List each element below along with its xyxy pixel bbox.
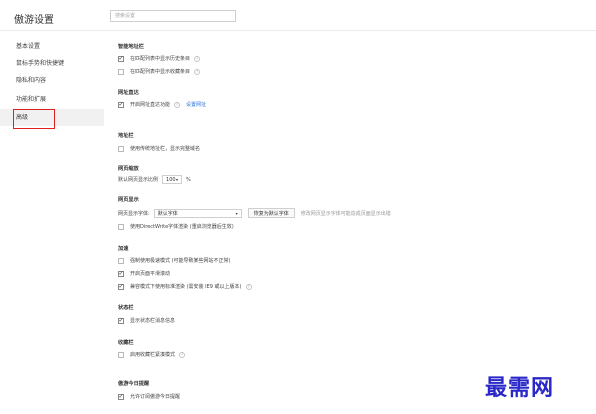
option-row: ✓ 开启页面平滑滚动: [118, 270, 170, 277]
option-row: ✓ 兼容模式下使用标准渲染 (需安装 IE9 或以上版本) ?: [118, 283, 252, 290]
font-label: 网页显示字体:: [118, 210, 150, 217]
checkbox-force-speed-mode[interactable]: [118, 257, 124, 264]
option-label: 开启网址直达功能: [130, 102, 171, 108]
option-label: 在匹配列表中显示历史条目: [130, 56, 191, 62]
option-row: ✓ 允许订阅傲游今日提醒: [118, 393, 180, 400]
font-value: 默认字体: [157, 210, 178, 217]
watermark-logo: 最需网: [485, 375, 555, 401]
chevron-down-icon: ▾: [176, 177, 179, 182]
help-icon[interactable]: ?: [194, 55, 201, 62]
chevron-down-icon: ▾: [235, 210, 238, 216]
option-row: ✓ 显示状态栏消息信息: [118, 317, 175, 324]
section-title-smart-address-bar: 智能地址栏: [118, 44, 144, 50]
checkbox-standard-render[interactable]: ✓: [118, 283, 124, 290]
help-icon[interactable]: ?: [179, 351, 186, 358]
option-label: 在匹配列表中显示收藏条目: [130, 69, 191, 75]
zoom-value: 100: [166, 176, 176, 183]
section-title-page-display: 网页显示: [118, 197, 139, 203]
help-icon[interactable]: ?: [174, 101, 181, 108]
option-row: 在匹配列表中显示收藏条目 ?: [118, 68, 201, 75]
sidebar-item-label: 隐私和内容: [16, 77, 47, 84]
option-row: 启用收藏栏紧凑模式 ?: [118, 351, 186, 358]
option-row: ✓ 开启网址直达功能 ? 设置网址: [118, 101, 206, 108]
checkbox-favorites[interactable]: [118, 68, 124, 75]
checkbox-classic-address-bar[interactable]: [118, 145, 124, 152]
checkbox-directwrite[interactable]: [118, 223, 124, 230]
sidebar: 基本设置 鼠标手势和快捷键 隐私和内容 功能和扩展 高级: [0, 31, 104, 414]
sidebar-item-privacy[interactable]: 隐私和内容: [0, 72, 104, 89]
zoom-row: 默认网页显示比例 100 ▾ %: [118, 175, 191, 184]
option-label: 使用DirectWrite字体渲染 (重启浏览器后生效): [130, 224, 234, 230]
section-title-page-zoom: 网页缩放: [118, 166, 139, 172]
section-title-favorites-bar: 收藏栏: [118, 340, 134, 346]
zoom-unit: %: [186, 176, 191, 183]
option-row: 使用DirectWrite字体渲染 (重启浏览器后生效): [118, 223, 234, 230]
option-label: 强制使用极速模式 (可能导致某些网站不正常): [130, 258, 231, 264]
option-row: 强制使用极速模式 (可能导致某些网站不正常): [118, 257, 231, 264]
section-title-address-bar: 地址栏: [118, 133, 134, 139]
help-icon[interactable]: ?: [194, 68, 201, 75]
zoom-label: 默认网页显示比例: [118, 177, 159, 183]
checkbox-smooth-scroll[interactable]: ✓: [118, 270, 124, 277]
section-title-direct-url: 网址直达: [118, 90, 139, 96]
section-title-status-bar: 状态栏: [118, 305, 134, 311]
option-row: 使用传统地址栏，显示完整域名: [118, 145, 200, 152]
sidebar-item-label: 功能和扩展: [16, 96, 47, 103]
checkbox-history[interactable]: ✓: [118, 55, 124, 62]
option-label: 使用传统地址栏，显示完整域名: [130, 146, 201, 152]
highlight-box: [13, 109, 55, 129]
app-title: 傲游设置: [14, 15, 54, 26]
checkbox-status-bar-messages[interactable]: ✓: [118, 317, 124, 324]
option-label: 兼容模式下使用标准渲染 (需安装 IE9 或以上版本): [130, 284, 242, 290]
section-title-maxthon-today: 傲游今日提醒: [118, 381, 150, 387]
option-row: ✓ 在匹配列表中显示历史条目 ?: [118, 55, 201, 62]
option-label: 开启页面平滑滚动: [130, 271, 171, 277]
font-hint: 修改网页显示字体可能造成页面显示出错: [300, 210, 391, 217]
help-icon[interactable]: ?: [245, 283, 252, 290]
section-title-speed: 加速: [118, 246, 129, 252]
reset-font-button[interactable]: 恢复为默认字体: [247, 208, 295, 218]
settings-content: 智能地址栏 ✓ 在匹配列表中显示历史条目 ? 在匹配列表中显示收藏条目 ? 网址…: [118, 0, 588, 414]
option-label: 允许订阅傲游今日提醒: [130, 394, 181, 400]
zoom-select[interactable]: 100 ▾: [162, 175, 183, 184]
sidebar-item-features[interactable]: 功能和扩展: [0, 91, 104, 108]
option-label: 显示状态栏消息信息: [130, 318, 176, 324]
sidebar-item-label: 基本设置: [16, 43, 41, 50]
checkbox-direct-url[interactable]: ✓: [118, 101, 124, 108]
option-label: 启用收藏栏紧凑模式: [130, 352, 176, 358]
font-select[interactable]: 默认字体 ▾: [153, 208, 242, 218]
font-row: 网页显示字体: 默认字体 ▾ 恢复为默认字体 修改网页显示字体可能造成页面显示出错: [118, 208, 391, 218]
checkbox-compact-favorites[interactable]: [118, 351, 124, 358]
sidebar-item-basic[interactable]: 基本设置: [0, 38, 104, 55]
sidebar-item-gestures[interactable]: 鼠标手势和快捷键: [0, 55, 104, 72]
set-url-link[interactable]: 设置网址: [186, 101, 206, 108]
sidebar-item-label: 鼠标手势和快捷键: [16, 60, 65, 67]
checkbox-maxthon-today[interactable]: ✓: [118, 393, 124, 400]
